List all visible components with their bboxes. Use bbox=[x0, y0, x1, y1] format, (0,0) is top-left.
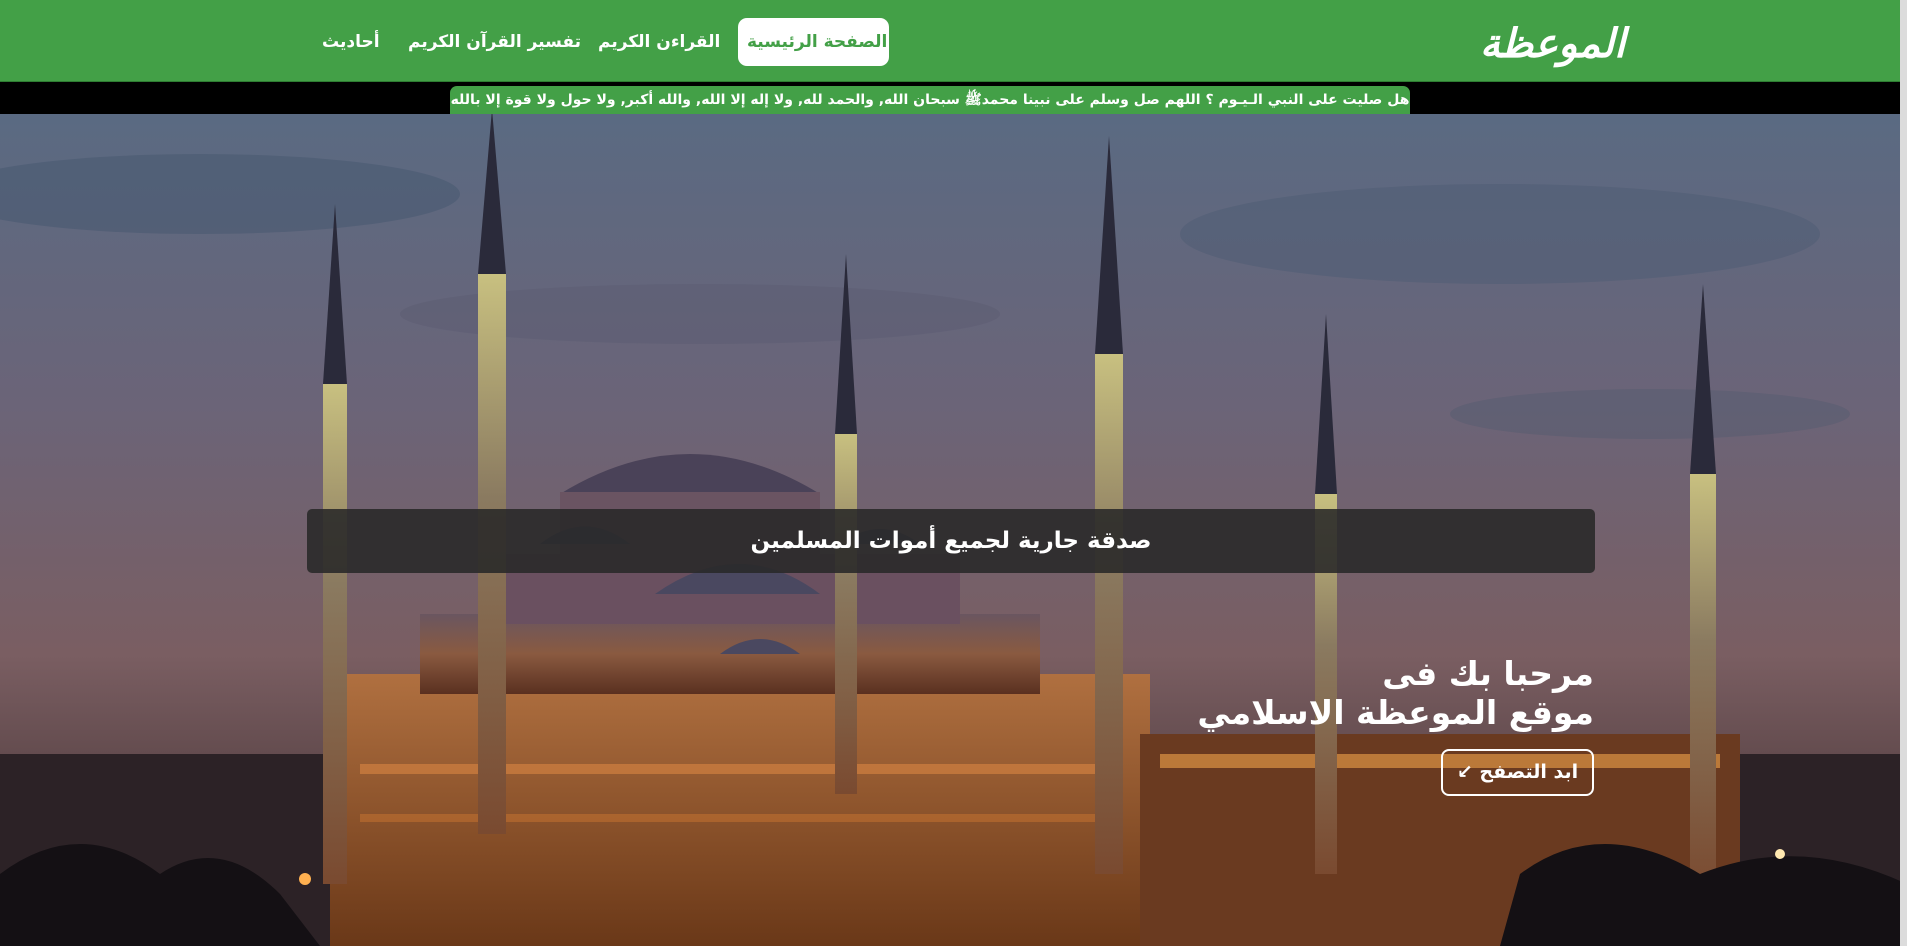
welcome-heading: مرحبا بك فى موقع الموعظة الاسلامي bbox=[994, 654, 1594, 732]
nav-item-quran[interactable]: القراءن الكريم bbox=[598, 18, 720, 66]
nav-item-tafsir[interactable]: تفسير القرآن الكريم bbox=[408, 18, 581, 66]
welcome-line-1: مرحبا بك فى bbox=[1382, 654, 1594, 693]
navbar: الموعظة الصفحة الرئيسية القراءن الكريم ت… bbox=[0, 0, 1907, 82]
nav-item-hadith[interactable]: أحاديث bbox=[322, 18, 380, 66]
arrow-down-left-icon: ↙ bbox=[1456, 761, 1473, 783]
ticker-text: هل صليت على النبي الـيـوم ؟ اللهم صل وسل… bbox=[450, 86, 1410, 114]
browse-label: ابد التصفح bbox=[1479, 761, 1579, 783]
scrollbar[interactable] bbox=[1900, 0, 1907, 946]
nav-item-home[interactable]: الصفحة الرئيسية bbox=[738, 18, 889, 66]
site-logo[interactable]: الموعظة bbox=[1480, 14, 1625, 74]
welcome-line-2: موقع الموعظة الاسلامي bbox=[1197, 693, 1594, 732]
ticker-bar: هل صليت على النبي الـيـوم ؟ اللهم صل وسل… bbox=[0, 82, 1907, 114]
start-browsing-button[interactable]: ابد التصفح ↙ bbox=[1441, 749, 1594, 796]
charity-banner: صدقة جارية لجميع أموات المسلمين bbox=[307, 509, 1595, 573]
hero-section: صدقة جارية لجميع أموات المسلمين مرحبا بك… bbox=[0, 114, 1907, 946]
